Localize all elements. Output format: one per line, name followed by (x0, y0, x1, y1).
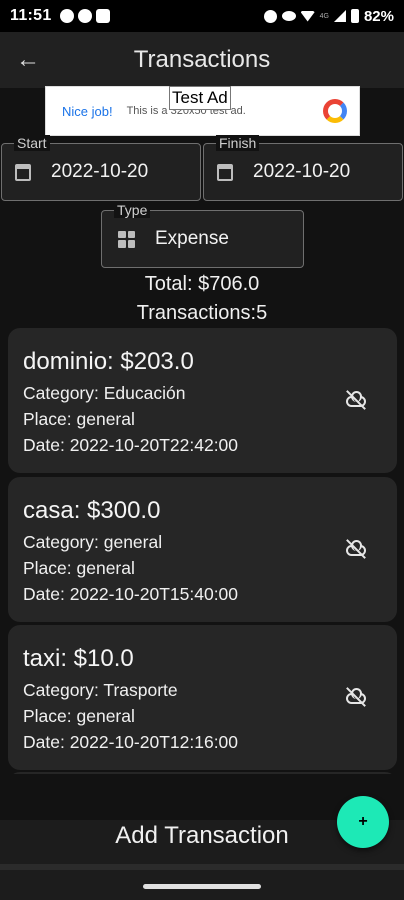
transaction-card[interactable]: taxi: $10.0 Category: Trasporte Place: g… (8, 625, 397, 770)
eye-icon (281, 11, 296, 21)
transaction-place: Place: general (23, 558, 135, 578)
instagram-icon (95, 9, 110, 23)
transaction-place: Place: general (23, 409, 135, 429)
transaction-date: Date: 2022-10-20T15:40:00 (23, 584, 239, 604)
transaction-card[interactable]: casa: $300.0 Category: general Place: ge… (8, 477, 397, 622)
finish-date-field[interactable]: Finish 2022-10-20 (203, 135, 403, 201)
network-type: 4G (319, 12, 329, 20)
transaction-category: Category: Trasporte (23, 680, 178, 700)
transaction-list[interactable]: dominio: $203.0 Category: Educación Plac… (8, 328, 397, 774)
transaction-place: Place: general (23, 706, 135, 726)
calendar-icon (15, 163, 31, 181)
battery-icon (350, 9, 359, 23)
start-date-value: 2022-10-20 (51, 161, 149, 182)
plus-icon: + (358, 813, 368, 830)
ad-logo-icon (323, 99, 347, 123)
ad-banner[interactable]: Nice job! This is a 320x50 test ad. Test… (45, 86, 360, 136)
type-select[interactable]: Type Expense (101, 202, 304, 268)
transaction-date: Date: 2022-10-20T12:16:00 (23, 732, 239, 752)
status-bar: 11:51 4G 82% (0, 0, 404, 32)
system-icons: 4G 82% (263, 7, 394, 25)
back-arrow-icon: ← (16, 46, 40, 73)
ad-nice-text: Nice job! (62, 103, 113, 119)
finish-date-value: 2022-10-20 (253, 161, 351, 182)
status-time: 11:51 (10, 7, 52, 24)
back-button[interactable]: ← (0, 32, 56, 88)
notification-icons (59, 9, 110, 23)
transaction-category: Category: Educación (23, 383, 186, 403)
whatsapp-icon (59, 9, 74, 23)
ad-label: Test Ad (169, 86, 231, 110)
home-indicator[interactable] (143, 884, 261, 889)
add-fab-button[interactable]: + (337, 796, 389, 848)
type-label: Type (114, 202, 151, 218)
bottom-divider (0, 864, 404, 870)
total-amount: Total: $706.0 (144, 273, 260, 295)
alarm-icon (263, 9, 277, 23)
transaction-category: Category: general (23, 532, 163, 552)
transaction-date: Date: 2022-10-20T22:42:00 (23, 435, 239, 455)
transaction-card[interactable]: dominio: $203.0 Category: Educación Plac… (8, 328, 397, 473)
transaction-card[interactable] (8, 772, 397, 774)
app-bar: ← Transactions (0, 32, 404, 88)
wifi-icon (300, 10, 315, 22)
start-date-label: Start (14, 135, 50, 151)
battery-level: 82% (363, 7, 394, 25)
signal-icon (333, 10, 346, 22)
transaction-title: casa: $300.0 (23, 497, 161, 524)
transaction-count: Transactions:5 (136, 302, 268, 324)
cloud-off-icon[interactable] (344, 390, 368, 410)
transaction-title: dominio: $203.0 (23, 348, 194, 375)
page-title: Transactions (133, 46, 271, 73)
transaction-title: taxi: $10.0 (23, 645, 134, 672)
type-value: Expense (155, 228, 229, 249)
app-notification-icon (77, 9, 92, 23)
calendar-icon (217, 163, 233, 181)
cloud-off-icon[interactable] (344, 539, 368, 559)
cloud-off-icon[interactable] (344, 687, 368, 707)
finish-date-label: Finish (216, 135, 260, 151)
start-date-field[interactable]: Start 2022-10-20 (1, 135, 201, 201)
category-grid-icon (118, 230, 135, 248)
